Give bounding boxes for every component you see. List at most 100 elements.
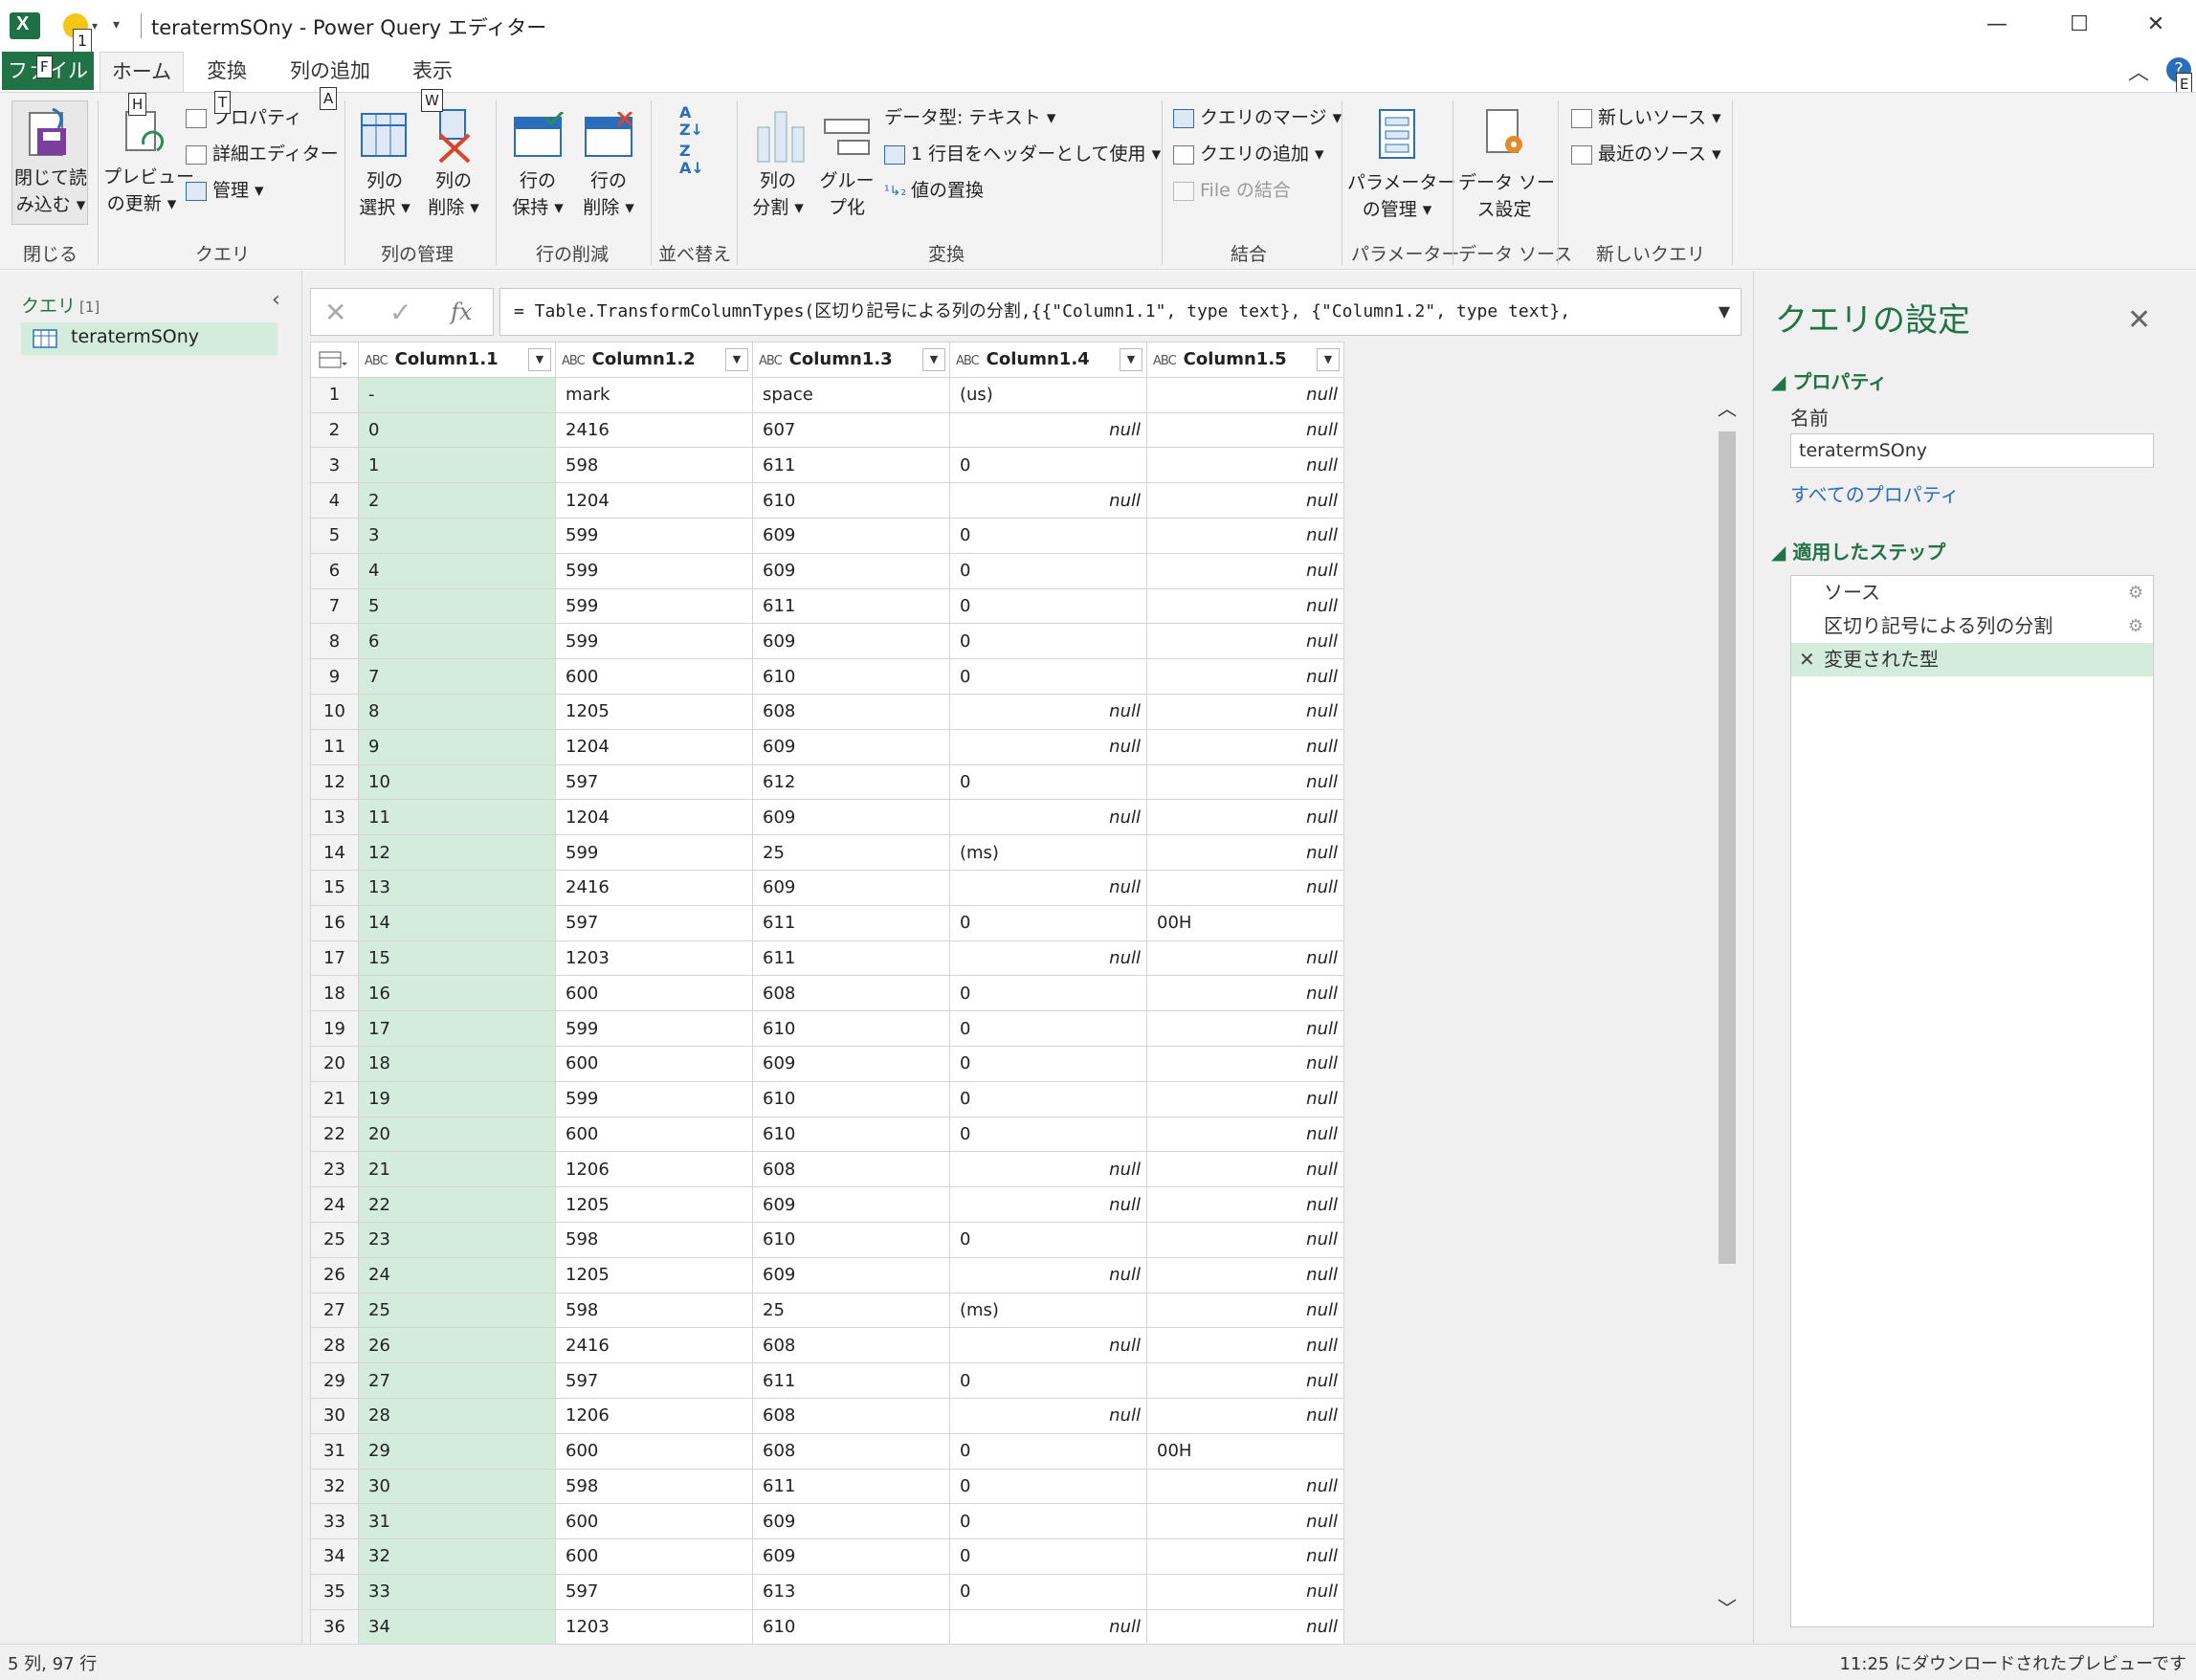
filter-dropdown-icon[interactable]: ▼ <box>725 348 748 371</box>
table-cell[interactable]: 609 <box>752 552 950 589</box>
table-cell[interactable]: - <box>358 376 556 413</box>
table-cell[interactable]: 2416 <box>555 1327 753 1364</box>
row-number[interactable]: 30 <box>310 1397 359 1434</box>
delete-step-icon[interactable]: ✕ <box>1799 643 1815 676</box>
row-number[interactable]: 29 <box>310 1362 359 1399</box>
table-row[interactable]: 10 8 1205 608 null null <box>310 693 1344 730</box>
formula-input[interactable]: = Table.TransformColumnTypes(区切り記号による列の分… <box>499 288 1741 336</box>
scroll-thumb[interactable] <box>1719 431 1736 1264</box>
table-cell[interactable]: 25 <box>752 834 950 871</box>
table-cell[interactable]: 609 <box>752 1186 950 1223</box>
gear-icon[interactable]: ⚙ <box>2128 609 2143 643</box>
table-cell[interactable]: (ms) <box>949 1292 1147 1329</box>
table-row[interactable]: 36 34 1203 610 null null <box>310 1608 1344 1646</box>
table-cell[interactable]: null <box>949 1151 1147 1188</box>
table-cell[interactable]: null <box>1146 693 1344 730</box>
table-cell[interactable]: null <box>949 799 1147 836</box>
sort-descending-icon[interactable]: Z A↓ <box>679 143 704 177</box>
table-cell[interactable]: 0 <box>949 763 1147 801</box>
table-cell[interactable]: 600 <box>555 1432 753 1470</box>
table-cell[interactable]: null <box>949 939 1147 977</box>
refresh-preview-button[interactable]: プレビュー の更新 ▾ <box>103 100 194 225</box>
table-row[interactable]: 11 9 1204 609 null null <box>310 728 1344 765</box>
row-number[interactable]: 7 <box>310 587 359 625</box>
commit-formula-icon[interactable]: ✓ <box>389 297 411 328</box>
table-row[interactable]: 12 10 597 612 0 null <box>310 763 1344 801</box>
table-row[interactable]: 15 13 2416 609 null null <box>310 869 1344 906</box>
table-cell[interactable]: 610 <box>752 1080 950 1117</box>
table-cell[interactable]: 0 <box>949 517 1147 554</box>
all-properties-link[interactable]: すべてのプロパティ <box>1790 479 1960 507</box>
row-number[interactable]: 25 <box>310 1221 359 1258</box>
row-number[interactable]: 26 <box>310 1256 359 1293</box>
row-number[interactable]: 36 <box>310 1608 359 1646</box>
table-cell[interactable]: null <box>1146 1292 1344 1329</box>
row-number[interactable]: 4 <box>310 482 359 519</box>
table-row[interactable]: 23 21 1206 608 null null <box>310 1151 1344 1188</box>
table-cell[interactable]: 6 <box>358 623 556 660</box>
table-row[interactable]: 8 6 599 609 0 null <box>310 623 1344 660</box>
column-header-4[interactable]: ABC Column1.4 ▼ <box>949 342 1147 378</box>
table-cell[interactable]: 610 <box>752 658 950 695</box>
column-header-1[interactable]: ABC Column1.1 ▼ <box>358 342 556 378</box>
row-number[interactable]: 15 <box>310 869 359 906</box>
column-header-2[interactable]: ABC Column1.2 ▼ <box>555 342 753 378</box>
remove-rows-button[interactable]: 行の 削除 ▾ <box>574 100 643 234</box>
table-cell[interactable]: 1203 <box>555 1608 753 1646</box>
table-cell[interactable]: 1204 <box>555 799 753 836</box>
row-number[interactable]: 22 <box>310 1116 359 1153</box>
table-cell[interactable]: 0 <box>949 975 1147 1012</box>
vertical-scrollbar[interactable]: ︿ ﹀ <box>1713 393 1741 1627</box>
table-cell[interactable]: null <box>1146 1151 1344 1188</box>
table-cell[interactable]: null <box>1146 1116 1344 1153</box>
merge-queries-button[interactable]: クエリのマージ ▾ <box>1173 104 1342 131</box>
table-cell[interactable]: 29 <box>358 1432 556 1470</box>
text-type-icon[interactable]: ABC <box>1153 354 1177 368</box>
collapse-pane-icon[interactable]: ‹ <box>272 288 280 312</box>
manage-button[interactable]: 管理 ▾ <box>186 177 264 204</box>
row-number[interactable]: 9 <box>310 658 359 695</box>
table-cell[interactable]: 597 <box>555 1573 753 1610</box>
table-cell[interactable]: null <box>1146 411 1344 449</box>
split-column-button[interactable]: 列の 分割 ▾ <box>744 100 811 234</box>
table-row[interactable]: 19 17 599 610 0 null <box>310 1010 1344 1047</box>
table-cell[interactable]: 22 <box>358 1186 556 1223</box>
table-cell[interactable]: null <box>1146 975 1344 1012</box>
table-cell[interactable]: 1206 <box>555 1151 753 1188</box>
table-cell[interactable]: null <box>1146 799 1344 836</box>
table-cell[interactable]: 613 <box>752 1573 950 1610</box>
append-queries-button[interactable]: クエリの追加 ▾ <box>1173 141 1324 167</box>
table-cell[interactable]: 1204 <box>555 728 753 765</box>
table-row[interactable]: 4 2 1204 610 null null <box>310 482 1344 519</box>
row-number[interactable]: 12 <box>310 763 359 801</box>
table-cell[interactable]: null <box>1146 1608 1344 1646</box>
table-cell[interactable]: null <box>1146 658 1344 695</box>
close-settings-icon[interactable]: ✕ <box>2127 303 2151 337</box>
table-cell[interactable]: 612 <box>752 763 950 801</box>
properties-section-title[interactable]: ◢ プロパティ <box>1771 366 1887 394</box>
cancel-formula-icon[interactable]: ✕ <box>324 297 346 328</box>
table-cell[interactable]: 14 <box>358 904 556 941</box>
table-cell[interactable]: 2 <box>358 482 556 519</box>
row-number[interactable]: 35 <box>310 1573 359 1610</box>
filter-dropdown-icon[interactable]: ▼ <box>528 348 551 371</box>
table-cell[interactable]: 34 <box>358 1608 556 1646</box>
table-cell[interactable]: 0 <box>949 658 1147 695</box>
table-cell[interactable]: null <box>949 869 1147 906</box>
row-number[interactable]: 17 <box>310 939 359 977</box>
table-cell[interactable]: 23 <box>358 1221 556 1258</box>
tab-view[interactable]: 表示 <box>402 52 463 90</box>
new-source-button[interactable]: 新しいソース ▾ <box>1571 104 1721 131</box>
table-cell[interactable]: 597 <box>555 1362 753 1399</box>
table-cell[interactable]: 609 <box>752 1256 950 1293</box>
table-cell[interactable]: 600 <box>555 1116 753 1153</box>
table-row[interactable]: 26 24 1205 609 null null <box>310 1256 1344 1293</box>
table-cell[interactable]: null <box>1146 1362 1344 1399</box>
table-row[interactable]: 27 25 598 25 (ms) null <box>310 1292 1344 1329</box>
row-number[interactable]: 5 <box>310 517 359 554</box>
table-row[interactable]: 24 22 1205 609 null null <box>310 1186 1344 1223</box>
table-cell[interactable]: 20 <box>358 1116 556 1153</box>
tab-transform[interactable]: 変換 <box>191 52 262 90</box>
table-cell[interactable]: 609 <box>752 869 950 906</box>
table-cell[interactable]: 00H <box>1146 1432 1344 1470</box>
